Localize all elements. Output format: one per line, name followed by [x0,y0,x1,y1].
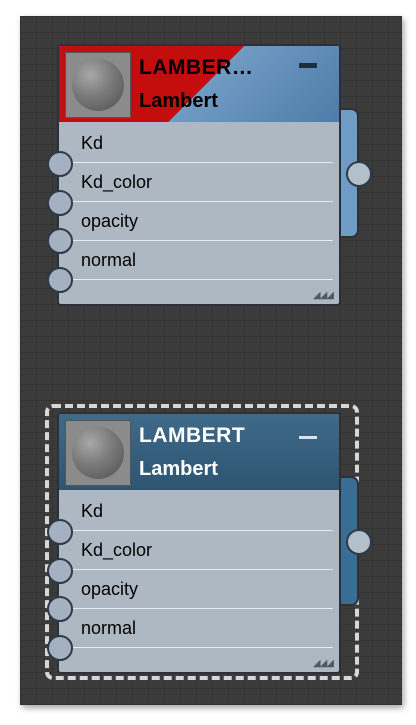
node-type: Lambert [139,90,218,112]
input-port-normal[interactable] [47,635,73,661]
input-label: Kd [81,501,104,521]
node-footer: ◢◢◢ [59,288,339,304]
input-port-kd[interactable] [47,519,73,545]
input-port-opacity[interactable] [47,228,73,254]
node-graph-canvas[interactable]: LAMBER… Lambert Kd Kd_color opacity norm… [20,16,402,705]
shader-node-lambert-2[interactable]: LAMBERT Lambert Kd Kd_color opacity norm… [47,412,377,676]
input-row-normal: normal [65,241,333,280]
input-port-kd[interactable] [47,151,73,177]
collapse-icon[interactable] [299,63,317,68]
resize-grip-icon[interactable]: ◢◢◢ [313,658,334,669]
node-header[interactable]: LAMBERT Lambert [59,414,339,490]
node-footer: ◢◢◢ [59,656,339,672]
node-card: LAMBERT Lambert Kd Kd_color opacity norm… [57,412,341,674]
node-type: Lambert [139,458,218,480]
input-row-opacity: opacity [65,570,333,609]
input-row-kd: Kd [65,492,333,531]
material-preview-thumbnail [65,420,131,486]
input-row-kd: Kd [65,124,333,163]
output-port[interactable] [346,161,372,187]
input-label: Kd [81,133,104,153]
input-port-kd-color[interactable] [47,190,73,216]
input-label: normal [81,618,137,638]
input-port-kd-color[interactable] [47,558,73,584]
material-preview-thumbnail [65,52,131,118]
input-row-kd-color: Kd_color [65,163,333,202]
input-row-normal: normal [65,609,333,648]
input-list: Kd Kd_color opacity normal [59,124,339,280]
node-title: LAMBER… [139,56,254,79]
input-label: opacity [81,211,139,231]
input-port-normal[interactable] [47,267,73,293]
input-label: Kd_color [81,540,153,560]
input-row-kd-color: Kd_color [65,531,333,570]
sphere-preview-icon [72,59,124,111]
input-label: Kd_color [81,172,153,192]
node-card: LAMBER… Lambert Kd Kd_color opacity norm… [57,44,341,306]
node-title: LAMBERT [139,424,246,447]
input-label: normal [81,250,137,270]
input-list: Kd Kd_color opacity normal [59,492,339,648]
node-header[interactable]: LAMBER… Lambert [59,46,339,122]
input-label: opacity [81,579,139,599]
input-port-opacity[interactable] [47,596,73,622]
collapse-icon[interactable] [299,436,317,439]
sphere-preview-icon [72,427,124,479]
shader-node-lambert-1[interactable]: LAMBER… Lambert Kd Kd_color opacity norm… [47,44,377,308]
input-row-opacity: opacity [65,202,333,241]
resize-grip-icon[interactable]: ◢◢◢ [313,290,334,301]
output-port[interactable] [346,529,372,555]
